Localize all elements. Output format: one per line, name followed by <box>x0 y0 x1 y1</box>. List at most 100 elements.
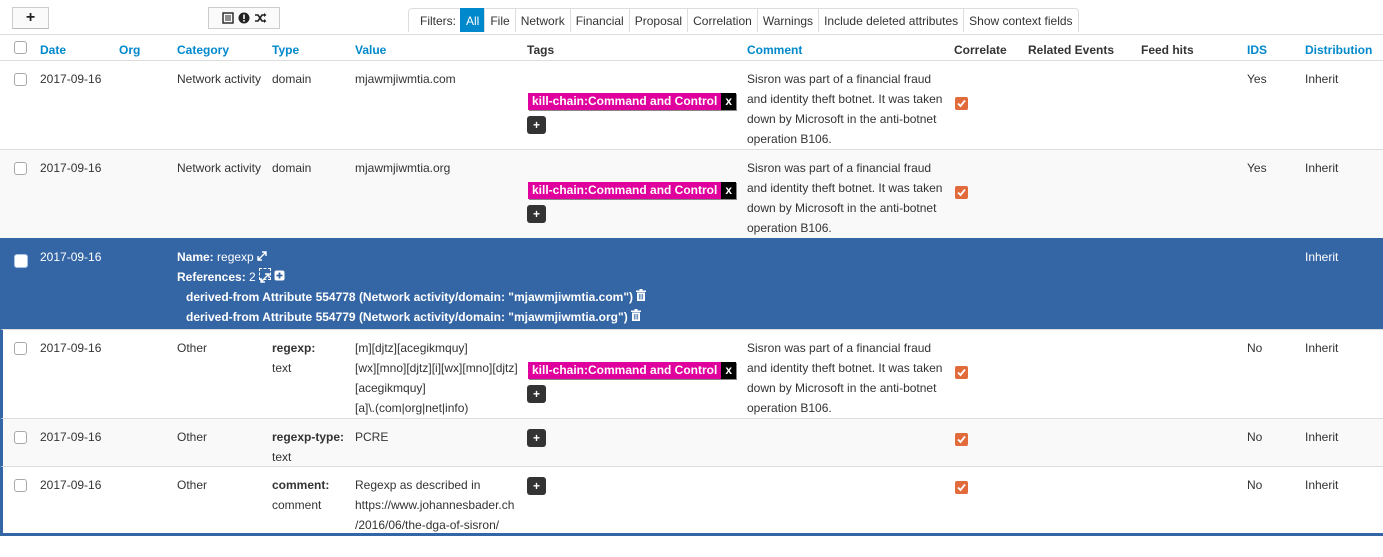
row-value[interactable]: mjawmjiwmtia.com <box>355 69 456 89</box>
col-type[interactable]: Type <box>272 40 299 60</box>
add-tag-button[interactable]: + <box>527 205 546 223</box>
row-category[interactable]: Network activity <box>177 158 261 178</box>
trash-icon[interactable] <box>636 289 647 304</box>
filter-all[interactable]: All <box>460 8 486 32</box>
reference-text[interactable]: derived-from Attribute 554778 (Network a… <box>186 290 633 304</box>
row-comment[interactable]: Sisron was part of a financial fraud and… <box>747 69 942 149</box>
filter-proposal[interactable]: Proposal <box>628 8 689 32</box>
tag-badge[interactable]: kill-chain:Command and Control x <box>528 362 737 379</box>
row-ids[interactable]: No <box>1247 475 1262 495</box>
col-value[interactable]: Value <box>355 40 386 60</box>
comment-line: Sisron was part of a financial fraud <box>747 72 932 86</box>
expand-references-icon[interactable] <box>259 268 272 283</box>
col-ids[interactable]: IDS <box>1247 40 1267 60</box>
value-line: [wx][mno][djtz][i][wx][mno][djtz] <box>355 361 518 375</box>
filter-show-context[interactable]: Show context fields <box>963 8 1079 32</box>
filter-include-deleted[interactable]: Include deleted attributes <box>818 8 965 32</box>
add-tag-button[interactable]: + <box>527 116 546 134</box>
value-line: /2016/06/the-dga-of-sisron/ <box>355 518 500 532</box>
col-date[interactable]: Date <box>40 40 66 60</box>
trash-icon[interactable] <box>631 309 642 324</box>
row-type[interactable]: domain <box>272 158 311 178</box>
row-checkbox[interactable] <box>14 431 27 444</box>
col-comment[interactable]: Comment <box>747 40 802 60</box>
add-tag-button[interactable]: + <box>527 385 546 403</box>
row-category[interactable]: Network activity <box>177 69 261 89</box>
row-ids[interactable]: No <box>1247 427 1262 447</box>
relation-name: regexp-type: <box>272 430 345 444</box>
row-distribution[interactable]: Inherit <box>1305 158 1338 178</box>
row-checkbox[interactable] <box>14 342 27 355</box>
filter-file[interactable]: File <box>484 8 516 32</box>
reference-text[interactable]: derived-from Attribute 554779 (Network a… <box>186 310 628 324</box>
tag-badge[interactable]: kill-chain:Command and Control x <box>528 182 737 199</box>
list-icon[interactable] <box>221 12 234 24</box>
correlate-checkbox[interactable] <box>955 481 968 494</box>
row-comment[interactable]: Sisron was part of a financial fraud and… <box>747 158 942 238</box>
tag-add-wrap: + <box>527 476 546 496</box>
row-ids[interactable]: No <box>1247 338 1262 358</box>
col-category[interactable]: Category <box>177 40 229 60</box>
row-distribution[interactable]: Inherit <box>1305 427 1338 447</box>
value-line: [m][djtz][acegikmquy] <box>355 341 468 355</box>
value-line: [a]\.(com|org|net|info) <box>355 401 469 415</box>
correlate-checkbox[interactable] <box>955 366 968 379</box>
row-distribution[interactable]: Inherit <box>1305 475 1338 495</box>
object-name-value: regexp <box>217 250 254 264</box>
filter-financial[interactable]: Financial <box>569 8 630 32</box>
row-ids[interactable]: Yes <box>1247 69 1267 89</box>
correlate-checkbox[interactable] <box>955 433 968 446</box>
object-checkbox[interactable] <box>14 254 28 268</box>
add-reference-icon[interactable] <box>274 270 285 284</box>
tag-badge[interactable]: kill-chain:Command and Control x <box>528 93 737 110</box>
row-distribution[interactable]: Inherit <box>1305 338 1338 358</box>
filter-network[interactable]: Network <box>514 8 571 32</box>
row-checkbox[interactable] <box>14 162 27 175</box>
row-value[interactable]: PCRE <box>355 427 388 447</box>
table-row: 2017-09-16 Network activity domain mjawm… <box>0 60 1383 149</box>
row-distribution[interactable]: Inherit <box>1305 69 1338 89</box>
tag-remove-button[interactable]: x <box>721 362 737 379</box>
row-checkbox[interactable] <box>14 479 27 492</box>
value-line: [acegikmquy] <box>355 381 426 395</box>
object-distribution[interactable]: Inherit <box>1305 247 1338 267</box>
add-attribute-button[interactable]: + <box>12 7 49 29</box>
exclamation-icon[interactable] <box>238 12 250 24</box>
filter-correlation[interactable]: Correlation <box>687 8 758 32</box>
value-line: https://www.johannesbader.ch <box>355 498 515 512</box>
row-ids[interactable]: Yes <box>1247 158 1267 178</box>
object-attribute-row: 2017-09-16 Other comment: comment Regexp… <box>0 466 1383 536</box>
col-org[interactable]: Org <box>119 40 140 60</box>
correlate-checkbox[interactable] <box>955 186 968 199</box>
row-relation[interactable]: regexp: text <box>272 338 315 378</box>
row-relation[interactable]: regexp-type: text <box>272 427 344 467</box>
reference-item: derived-from Attribute 554778 (Network a… <box>186 287 647 307</box>
row-type[interactable]: domain <box>272 69 311 89</box>
correlate-checkbox[interactable] <box>955 97 968 110</box>
tag-name[interactable]: kill-chain:Command and Control <box>528 362 722 379</box>
reference-item: derived-from Attribute 554779 (Network a… <box>186 307 642 327</box>
col-distribution[interactable]: Distribution <box>1305 40 1372 60</box>
row-value[interactable]: Regexp as described in https://www.johan… <box>355 475 514 535</box>
row-category[interactable]: Other <box>177 427 207 447</box>
add-tag-button[interactable]: + <box>527 429 546 447</box>
row-value[interactable]: mjawmjiwmtia.org <box>355 158 450 178</box>
tag-cell: kill-chain:Command and Control x <box>528 182 737 199</box>
comment-line: Sisron was part of a financial fraud <box>747 161 932 175</box>
expand-icon[interactable] <box>257 250 267 264</box>
comment-line: Sisron was part of a financial fraud <box>747 341 932 355</box>
row-relation[interactable]: comment: comment <box>272 475 329 515</box>
row-value[interactable]: [m][djtz][acegikmquy] [wx][mno][djtz][i]… <box>355 338 518 418</box>
tag-name[interactable]: kill-chain:Command and Control <box>528 93 722 110</box>
row-checkbox[interactable] <box>14 73 27 86</box>
shuffle-icon[interactable] <box>254 12 267 24</box>
tag-remove-button[interactable]: x <box>721 93 737 110</box>
row-comment[interactable]: Sisron was part of a financial fraud and… <box>747 338 942 418</box>
select-all-checkbox[interactable] <box>14 41 27 54</box>
row-category[interactable]: Other <box>177 475 207 495</box>
add-tag-button[interactable]: + <box>527 477 546 495</box>
filter-warnings[interactable]: Warnings <box>756 8 820 32</box>
tag-remove-button[interactable]: x <box>721 182 737 199</box>
row-category[interactable]: Other <box>177 338 207 358</box>
tag-name[interactable]: kill-chain:Command and Control <box>528 182 722 199</box>
